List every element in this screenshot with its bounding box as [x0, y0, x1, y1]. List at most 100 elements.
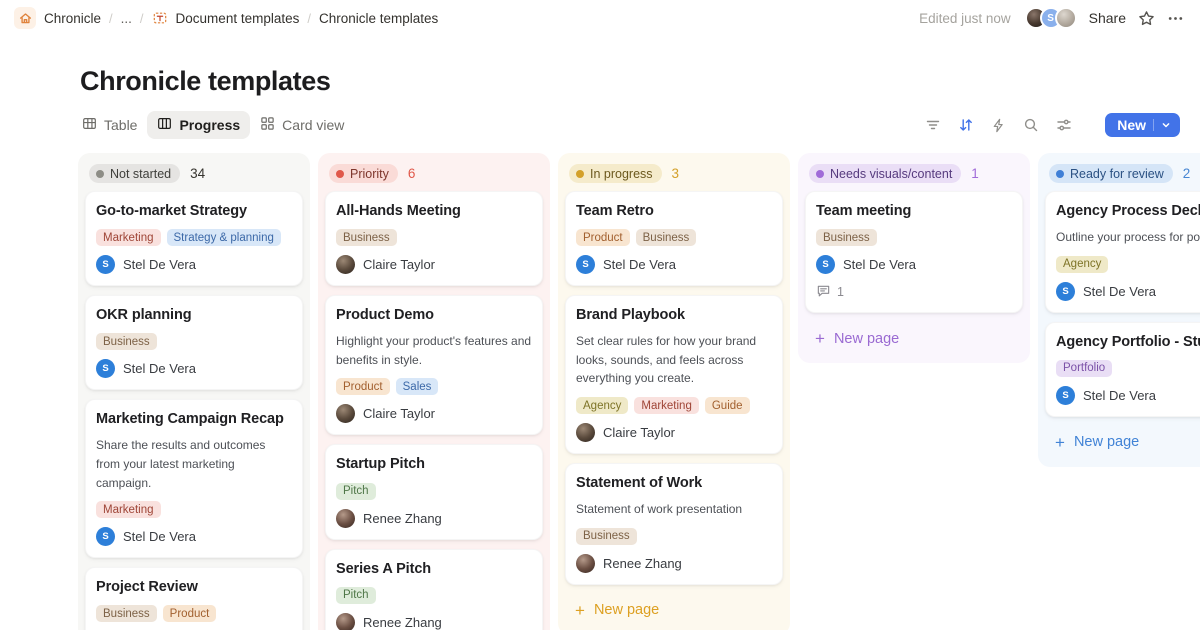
assignee-row: Claire Taylor	[336, 404, 532, 423]
new-page-label: New page	[1074, 434, 1139, 450]
column-status-pill[interactable]: In progress	[569, 164, 662, 183]
column-status-pill[interactable]: Ready for review	[1049, 164, 1173, 183]
assignee-name: Stel De Vera	[1083, 284, 1156, 299]
tag-product: Product	[576, 229, 630, 246]
assignee-name: Stel De Vera	[123, 529, 196, 544]
assignee-name: Renee Zhang	[363, 615, 442, 630]
column-status-pill[interactable]: Needs visuals/content	[809, 164, 961, 183]
tag-business: Business	[576, 528, 637, 545]
assignee-name: Stel De Vera	[123, 257, 196, 272]
card-title: Agency Process Deck	[1056, 202, 1200, 220]
board-column-priority: Priority6All-Hands MeetingBusinessClaire…	[318, 153, 550, 630]
comment-count-row: 1	[816, 283, 1012, 301]
avatar	[336, 404, 355, 423]
tag-agency: Agency	[576, 397, 628, 414]
star-icon[interactable]	[1138, 10, 1155, 27]
tag-row: BusinessProduct	[96, 605, 292, 622]
tab-progress[interactable]: Progress	[147, 111, 250, 139]
assignee-row: Renee Zhang	[336, 509, 532, 528]
board-column-not-started: Not started 34 Go-to-market Strategy Market…	[78, 153, 310, 630]
card-description: Outline your process for potenti	[1056, 228, 1200, 247]
column-status-pill[interactable]: Not started	[89, 164, 180, 183]
column-label: In progress	[590, 167, 653, 181]
column-count: 1	[971, 166, 979, 181]
tag-row: Business	[96, 333, 292, 350]
breadcrumb: Chronicle / ... / Document templates / C…	[14, 7, 438, 29]
card-title: Go-to-market Strategy	[96, 202, 292, 220]
card-go-to-market-strategy[interactable]: Go-to-market Strategy MarketingStrategy &…	[85, 191, 303, 286]
assignee-row: Claire Taylor	[576, 423, 772, 442]
new-page-button[interactable]: +New page	[1045, 426, 1200, 459]
tag-row: MarketingStrategy & planning	[96, 229, 292, 246]
avatar: S	[96, 527, 115, 546]
card-series-a-pitch[interactable]: Series A PitchPitchRenee Zhang	[325, 549, 543, 630]
new-page-button[interactable]: + New page	[565, 594, 783, 627]
card-title: Statement of Work	[576, 474, 772, 492]
breadcrumb-workspace[interactable]: Chronicle	[44, 11, 101, 26]
breadcrumb-parent[interactable]: Document templates	[176, 11, 300, 26]
tag-pitch: Pitch	[336, 483, 376, 500]
status-dot-icon	[1056, 170, 1064, 178]
card-brand-playbook[interactable]: Brand PlaybookSet clear rules for how yo…	[565, 295, 783, 454]
tag-agency: Agency	[1056, 256, 1108, 273]
automation-bolt-icon[interactable]	[991, 118, 1006, 133]
tag-marketing: Marketing	[634, 397, 699, 414]
tab-card-view[interactable]: Card view	[250, 111, 354, 139]
breadcrumb-ellipsis[interactable]: ...	[121, 11, 132, 26]
card-statement-of-work[interactable]: Statement of WorkStatement of work prese…	[565, 463, 783, 585]
home-icon[interactable]	[14, 7, 36, 29]
sort-icon[interactable]	[958, 117, 974, 133]
assignee-row: SStel De Vera	[816, 255, 1012, 274]
card-project-review[interactable]: Project ReviewBusinessProductSStel De Ve…	[85, 567, 303, 630]
page-title: Chronicle templates	[80, 66, 1200, 97]
kanban-board: Not started 34 Go-to-market Strategy Market…	[78, 153, 1200, 630]
comment-icon	[816, 283, 831, 301]
search-icon[interactable]	[1023, 117, 1039, 133]
card-title: Agency Portfolio - Studio	[1056, 333, 1200, 351]
view-settings-icon[interactable]	[1056, 117, 1072, 133]
card-agency-process-deck[interactable]: Agency Process Deck Outline your process …	[1045, 191, 1200, 313]
tab-table[interactable]: Table	[72, 111, 147, 139]
view-tools: New	[925, 113, 1180, 137]
avatar	[336, 509, 355, 528]
avatar: S	[1056, 386, 1075, 405]
new-page-label: New page	[594, 602, 659, 618]
card-all-hands-meeting[interactable]: All-Hands MeetingBusinessClaire Taylor	[325, 191, 543, 286]
board-column-ready-for-review: Ready for review 2 Agency Process Deck Outl…	[1038, 153, 1200, 467]
tag-product: Product	[336, 378, 390, 395]
column-count: 2	[1183, 166, 1191, 181]
document-templates-icon	[152, 10, 168, 26]
new-page-button[interactable]: +New page	[805, 322, 1023, 355]
card-okr-planning[interactable]: OKR planningBusinessSStel De Vera	[85, 295, 303, 390]
card-team-retro[interactable]: Team RetroProductBusinessSStel De Vera	[565, 191, 783, 286]
card-agency-portfolio-studio[interactable]: Agency Portfolio - StudioPortfolioSStel …	[1045, 322, 1200, 417]
more-options-icon[interactable]	[1167, 10, 1184, 27]
tag-row: Business	[816, 229, 1012, 246]
new-button[interactable]: New	[1105, 113, 1180, 137]
card-title: Series A Pitch	[336, 560, 532, 578]
new-page-label: New page	[834, 331, 899, 347]
avatar: S	[1056, 282, 1075, 301]
card-startup-pitch[interactable]: Startup PitchPitchRenee Zhang	[325, 444, 543, 539]
chevron-down-icon[interactable]	[1153, 119, 1172, 131]
assignee-name: Stel De Vera	[603, 257, 676, 272]
filter-icon[interactable]	[925, 117, 941, 133]
column-count: 34	[190, 166, 205, 181]
card-marketing-campaign-recap[interactable]: Marketing Campaign RecapShare the result…	[85, 399, 303, 558]
card-title: Project Review	[96, 578, 292, 596]
board-column-in-progress: In progress 3 Team RetroProductBusinessSSt…	[558, 153, 790, 630]
column-status-pill[interactable]: Priority	[329, 164, 398, 183]
tag-row: Business	[576, 528, 772, 545]
breadcrumb-separator: /	[307, 11, 311, 26]
collaborator-avatars[interactable]: S	[1025, 7, 1077, 29]
tag-product: Product	[163, 605, 217, 622]
share-button[interactable]: Share	[1089, 10, 1126, 26]
status-dot-icon	[576, 170, 584, 178]
assignee-row: SStel De Vera	[96, 359, 292, 378]
card-team-meeting[interactable]: Team meetingBusinessSStel De Vera1	[805, 191, 1023, 313]
plus-icon: +	[575, 602, 585, 619]
column-count: 3	[672, 166, 680, 181]
card-description: Share the results and outcomes from your…	[96, 436, 292, 492]
avatar	[576, 554, 595, 573]
card-product-demo[interactable]: Product DemoHighlight your product's fea…	[325, 295, 543, 435]
